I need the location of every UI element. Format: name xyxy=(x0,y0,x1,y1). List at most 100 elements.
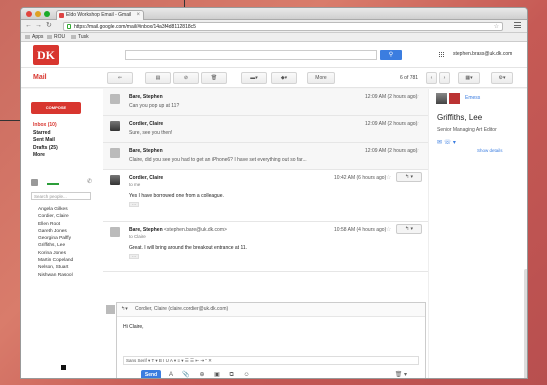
contact-item[interactable]: Martin Copeland xyxy=(38,257,100,264)
star-icon[interactable]: ☆ xyxy=(414,93,419,100)
contact-item[interactable]: Georgina Palffy xyxy=(38,235,100,242)
labels-button[interactable]: ◆▾ xyxy=(271,72,297,84)
mail-dropdown[interactable]: Mail xyxy=(33,74,47,81)
sidebar-item-more[interactable]: More xyxy=(33,152,101,160)
archive-button[interactable]: ▤ xyxy=(145,72,171,84)
address-bar: ← → ↻ https://mail.google.com/mail/#inbo… xyxy=(21,20,527,33)
settings-button[interactable]: ⚙▾ xyxy=(491,72,513,84)
sidebar-item-starred[interactable]: Starred xyxy=(33,130,101,138)
people-search-input[interactable]: Search people... xyxy=(31,192,91,200)
compose-button[interactable]: COMPOSE xyxy=(31,102,81,114)
back-arrow-icon[interactable]: ← xyxy=(25,22,32,30)
scrollbar[interactable] xyxy=(524,269,527,378)
reply-button[interactable]: ↰ ▾ xyxy=(396,224,422,234)
hangouts-icon[interactable] xyxy=(61,365,66,370)
user-account-menu[interactable]: stephen.brass@uk.dk.com xyxy=(453,51,512,57)
contact-info-panel: Emess Griffiths, Lee Senior Managing Art… xyxy=(428,89,527,378)
contact-item[interactable]: Nelson, Stuart xyxy=(38,264,100,271)
search-button[interactable]: ⚲ xyxy=(380,50,402,60)
back-to-inbox-button[interactable]: ⇐ xyxy=(107,72,133,84)
avatar xyxy=(110,227,120,237)
report-spam-button[interactable]: ⊘ xyxy=(173,72,199,84)
message-time: 10:42 AM (6 hours ago) xyxy=(334,175,387,181)
message-recipient[interactable]: to Claire xyxy=(129,234,146,239)
message-collapsed[interactable]: Cordier, Claire Sure, see you then! 12:0… xyxy=(103,116,428,143)
star-icon[interactable]: ☆ xyxy=(414,120,419,127)
message-collapsed[interactable]: Bare, Stephen Claire, did you see you ha… xyxy=(103,143,428,170)
browser-menu-icon[interactable] xyxy=(514,22,521,30)
message-time: 12:09 AM (2 hours ago) xyxy=(365,94,418,100)
message-expanded: Bare, Stephen <stephen.bare@uk.dk.com> t… xyxy=(103,222,428,272)
message-time: 12:09 AM (2 hours ago) xyxy=(365,148,418,154)
bookmark-star-icon[interactable]: ☆ xyxy=(494,23,499,31)
reply-button[interactable]: ↰ ▾ xyxy=(396,172,422,182)
avatar xyxy=(106,305,115,314)
browser-tab[interactable]: Eldo Workshop Email - Gmail × xyxy=(56,10,144,20)
contact-item[interactable]: Griffiths, Lee xyxy=(38,242,100,249)
folder-icon: ▬▾ xyxy=(250,75,258,81)
trash-icon: 🗑 xyxy=(210,75,218,81)
delete-button[interactable]: 🗑 xyxy=(201,72,227,84)
url-field[interactable]: https://mail.google.com/mail/#inbox/14a3… xyxy=(63,22,503,31)
older-button[interactable]: › xyxy=(439,72,450,84)
more-button[interactable]: More xyxy=(307,72,335,84)
contact-item[interactable]: Cordier, Claire xyxy=(38,213,100,220)
message-recipient[interactable]: to me xyxy=(129,182,140,187)
send-button[interactable]: Send xyxy=(141,370,161,378)
contact-action-icons[interactable]: ✉ ☏ ▾ xyxy=(437,139,456,146)
maximize-window-button[interactable] xyxy=(44,11,50,17)
sidebar-item-drafts[interactable]: Drafts (25) xyxy=(33,145,101,153)
recipient-chip[interactable]: Cordier, Claire (claire.cordier@uk.dk.co… xyxy=(135,306,228,312)
alert-icon: ⊘ xyxy=(183,75,189,81)
search-input[interactable] xyxy=(125,50,377,60)
sidebar-item-sent-mail[interactable]: Sent Mail xyxy=(33,137,101,145)
contact-tag[interactable]: Emess xyxy=(465,95,480,101)
compose-attachment-icons[interactable]: A 📎 ⊕ ▣ ⧉ ☺ xyxy=(169,371,254,378)
tab-close-icon[interactable]: × xyxy=(136,11,140,20)
contact-item[interactable]: Nishwan Rasool xyxy=(38,272,100,279)
move-to-button[interactable]: ▬▾ xyxy=(241,72,267,84)
input-tools-button[interactable]: ▦▾ xyxy=(458,72,480,84)
apps-grid-icon[interactable] xyxy=(439,52,445,58)
compose-recipient-bar[interactable]: ↰▾ Cordier, Claire (claire.cordier@uk.dk… xyxy=(117,303,425,317)
contact-item[interactable]: Korina Jones xyxy=(38,250,100,257)
contact-job-title: Senior Managing Art Editor xyxy=(437,127,497,133)
phone-icon[interactable]: ✆ xyxy=(87,178,92,185)
star-icon[interactable]: ☆ xyxy=(386,174,391,181)
star-icon[interactable]: ☆ xyxy=(386,226,391,233)
reload-icon[interactable]: ↻ xyxy=(46,22,52,30)
discard-draft-icon[interactable]: 🗑 ▾ xyxy=(395,371,407,378)
sidebar-item-inbox[interactable]: Inbox (10) xyxy=(33,122,101,130)
mail-folder-list: Inbox (10) Starred Sent Mail Drafts (25)… xyxy=(33,122,101,160)
avatar xyxy=(110,175,120,185)
mail-toolbar: Mail ⇐ ▤ ⊘ 🗑 ▬▾ ◆▾ More 6 of 781 ‹ › ▦▾ … xyxy=(21,68,527,88)
contact-item[interactable]: Gareth Jones xyxy=(38,228,100,235)
minimize-window-button[interactable] xyxy=(35,11,41,17)
show-trimmed-content-button[interactable]: ··· xyxy=(129,202,139,207)
bookmark-apps[interactable]: Apps xyxy=(25,33,43,42)
show-trimmed-content-button[interactable]: ··· xyxy=(129,254,139,259)
bookmark-tusk[interactable]: Tusk xyxy=(71,33,89,42)
star-icon[interactable]: ☆ xyxy=(414,147,419,154)
forward-arrow-icon[interactable]: → xyxy=(35,22,42,30)
message-sender: Bare, Stephen xyxy=(129,94,163,100)
message-counter: 6 of 781 xyxy=(400,75,419,81)
newer-button[interactable]: ‹ xyxy=(426,72,437,84)
message-snippet: Sure, see you then! xyxy=(129,130,173,136)
dk-logo: DK xyxy=(33,45,59,65)
message-body: Yes I have borrowed one from a colleague… xyxy=(129,193,224,199)
message-collapsed[interactable]: Bare, Stephen Can you pop up at 11? 12:0… xyxy=(103,89,428,116)
person-icon[interactable] xyxy=(31,179,38,186)
compose-body-field[interactable]: Hi Claire, xyxy=(123,324,144,330)
bookmark-rou[interactable]: ROU xyxy=(47,33,65,42)
formatting-toolbar[interactable]: Sans Serif ▾ T ▾ B I U A ▾ ≡ ▾ ☰ ☰ ⇤ ⇥ “… xyxy=(123,356,419,365)
reply-type-dropdown-icon[interactable]: ↰▾ xyxy=(121,306,128,312)
conversation-view: Bare, Stephen Can you pop up at 11? 12:0… xyxy=(103,89,428,378)
contact-item[interactable]: Angela Gilkes xyxy=(38,206,100,213)
contact-item[interactable]: Ellen Root xyxy=(38,221,100,228)
close-window-button[interactable] xyxy=(26,11,32,17)
gear-icon: ⚙▾ xyxy=(498,75,506,81)
message-time: 12:09 AM (2 hours ago) xyxy=(365,121,418,127)
message-sender: Bare, Stephen xyxy=(129,148,163,154)
show-details-link[interactable]: Show details xyxy=(477,148,503,153)
